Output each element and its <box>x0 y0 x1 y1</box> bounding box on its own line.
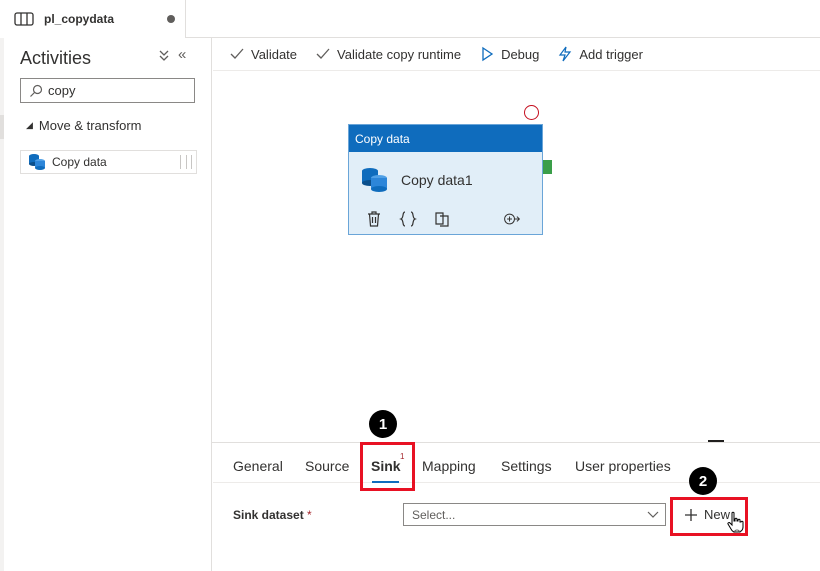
activity-label: Copy data <box>52 155 107 169</box>
collapse-all-icon[interactable] <box>158 48 170 66</box>
copy-data-activity-node[interactable]: Copy data Copy data1 <box>348 124 543 235</box>
pipeline-toolbar: Validate Validate copy runtime Debug Add… <box>213 38 820 71</box>
unsaved-dot-icon <box>167 15 175 23</box>
left-edge-marker <box>0 115 4 139</box>
activities-title: Activities <box>20 48 92 68</box>
search-input[interactable] <box>48 83 188 98</box>
delete-icon[interactable] <box>365 210 383 228</box>
sink-dataset-select[interactable]: Select... <box>403 503 666 526</box>
required-mark: * <box>307 508 312 522</box>
tab-settings[interactable]: Settings <box>501 458 552 474</box>
validate-runtime-button[interactable]: Validate copy runtime <box>315 46 461 62</box>
code-icon[interactable] <box>399 210 417 228</box>
checkmark-icon <box>316 48 330 59</box>
group-label: Move & transform <box>38 118 142 133</box>
copy-data-icon <box>29 154 45 170</box>
tab-general[interactable]: General <box>233 458 283 474</box>
clone-icon[interactable] <box>433 210 451 228</box>
pipeline-tab[interactable]: pl_copydata <box>0 0 186 38</box>
caret-down-icon: ◢ <box>26 120 33 130</box>
annotation-box-sink-tab <box>360 442 415 491</box>
tab-source[interactable]: Source <box>305 458 349 474</box>
checkmark-icon <box>230 48 244 59</box>
validate-label: Validate <box>251 46 298 62</box>
tab-mapping[interactable]: Mapping <box>422 458 476 474</box>
activities-search[interactable] <box>20 78 195 103</box>
chevron-down-icon <box>647 511 659 518</box>
minimize-panel-icon[interactable]: « <box>178 46 186 63</box>
drag-handle-icon[interactable] <box>180 155 192 169</box>
failure-output-port-icon[interactable] <box>524 105 539 120</box>
minimize-panel-icon[interactable] <box>708 440 724 442</box>
validate-button[interactable]: Validate <box>229 46 297 62</box>
lightning-icon <box>559 46 572 62</box>
add-output-icon[interactable] <box>503 210 521 228</box>
tab-bar: pl_copydata <box>0 0 820 38</box>
debug-label: Debug <box>501 46 540 62</box>
annotation-badge-2: 2 <box>689 467 717 495</box>
search-icon <box>30 84 43 97</box>
success-output-port-icon[interactable] <box>543 160 552 174</box>
group-move-transform[interactable]: ◢ Move & transform <box>26 118 142 133</box>
activities-panel: Activities « ◢ Move & transform Copy dat… <box>0 38 212 571</box>
tab-user-properties[interactable]: User properties <box>575 458 671 474</box>
select-placeholder: Select... <box>412 507 456 522</box>
activity-copy-data[interactable]: Copy data <box>20 150 197 174</box>
pipeline-tab-title: pl_copydata <box>44 12 115 26</box>
node-name: Copy data1 <box>401 172 473 188</box>
annotation-badge-1: 1 <box>369 410 397 438</box>
node-header: Copy data <box>349 125 542 152</box>
annotation-box-new-button <box>670 497 748 536</box>
copy-data-icon <box>362 168 387 192</box>
play-icon <box>482 46 494 62</box>
validate-runtime-label: Validate copy runtime <box>337 46 462 62</box>
add-trigger-button[interactable]: Add trigger <box>557 46 643 62</box>
sink-dataset-label: Sink dataset * <box>233 508 312 522</box>
debug-button[interactable]: Debug <box>479 46 539 62</box>
pipeline-icon <box>14 12 34 26</box>
sink-dataset-text: Sink dataset <box>233 508 304 522</box>
add-trigger-label: Add trigger <box>579 46 643 62</box>
